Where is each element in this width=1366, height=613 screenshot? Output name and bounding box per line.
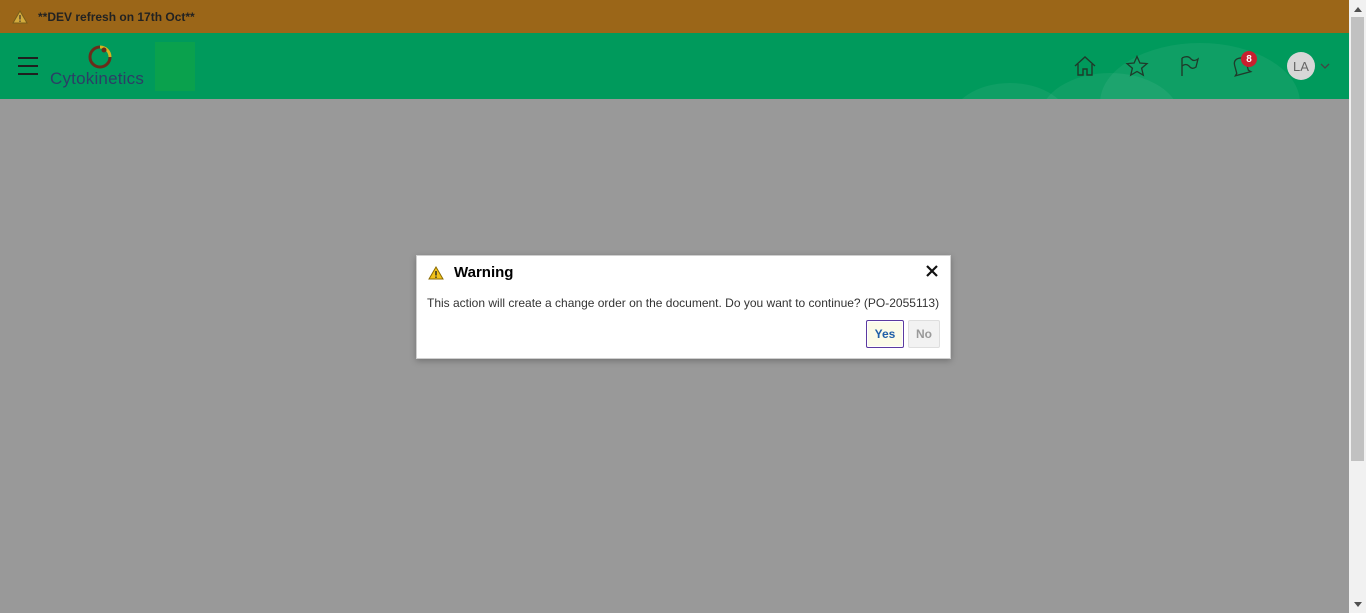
scrollbar-thumb[interactable]	[1351, 17, 1364, 461]
favorites-star-icon[interactable]	[1124, 53, 1150, 79]
user-avatar[interactable]: LA	[1287, 52, 1315, 80]
flag-icon[interactable]	[1176, 53, 1202, 79]
warning-icon	[428, 265, 444, 279]
dialog-message: This action will create a change order o…	[427, 296, 940, 310]
logo-mark-icon	[88, 45, 112, 69]
chevron-down-icon[interactable]	[1320, 62, 1330, 70]
app-logo-block	[155, 42, 195, 91]
banner-text: **DEV refresh on 17th Oct**	[38, 9, 195, 24]
no-button[interactable]: No	[908, 320, 940, 348]
menu-hamburger-icon[interactable]	[18, 57, 38, 75]
scroll-down-arrow-icon[interactable]	[1349, 596, 1366, 613]
notifications-count-badge: 8	[1241, 51, 1257, 67]
page-scrollbar[interactable]	[1349, 0, 1366, 613]
dialog-title: Warning	[454, 264, 514, 281]
yes-button[interactable]: Yes	[866, 320, 904, 348]
warning-dialog: Warning This action will create a change…	[416, 255, 951, 359]
home-icon[interactable]	[1072, 53, 1098, 79]
app-header: Cytokinetics	[0, 33, 1349, 99]
scroll-up-arrow-icon[interactable]	[1349, 0, 1366, 17]
close-icon[interactable]	[925, 264, 939, 278]
dialog-title-row: Warning	[428, 264, 513, 281]
company-logo[interactable]: Cytokinetics	[50, 43, 160, 89]
logo-text: Cytokinetics	[50, 69, 145, 88]
warning-icon	[12, 9, 28, 24]
environment-banner: **DEV refresh on 17th Oct**	[0, 0, 1349, 33]
